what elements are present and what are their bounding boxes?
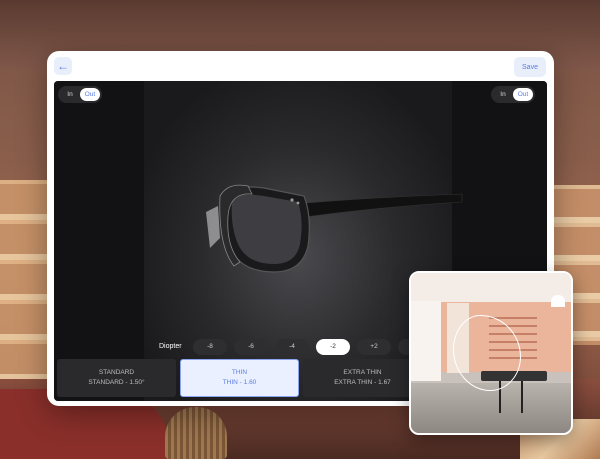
lens-option-extra-thin[interactable]: EXTRA THIN EXTRA THIN - 1.67 (303, 359, 422, 397)
toggle-in-right[interactable]: In (493, 88, 513, 101)
toggle-in-left[interactable]: In (60, 88, 80, 101)
preview-lamp (551, 295, 565, 307)
diopter-option[interactable]: -8 (193, 338, 227, 355)
lens-option-thin[interactable]: THIN THIN - 1.60 (180, 359, 299, 397)
arrow-left-icon: ← (57, 59, 69, 73)
back-button[interactable]: ← (54, 57, 72, 75)
diopter-selector: Diopter -8 -6 -4 -2 +2 +4 (159, 338, 439, 355)
diopter-option-selected[interactable]: -2 (316, 338, 350, 355)
eyeglasses-model (206, 184, 463, 273)
in-out-toggle-left[interactable]: In Out (58, 86, 102, 103)
lens-subtitle: EXTRA THIN - 1.67 (334, 379, 391, 386)
plant-basket (165, 407, 227, 459)
diopter-label: Diopter (159, 343, 182, 350)
diopter-option[interactable]: -6 (234, 338, 268, 355)
toggle-out-right[interactable]: Out (513, 88, 533, 101)
lens-title: STANDARD (98, 369, 135, 376)
diopter-option[interactable]: -4 (275, 338, 309, 355)
lens-view-preview[interactable] (409, 271, 573, 435)
lens-option-standard[interactable]: STANDARD STANDARD - 1.50° (57, 359, 176, 397)
preview-stool (521, 381, 523, 413)
preview-window (411, 301, 441, 381)
lens-subtitle: STANDARD - 1.50° (88, 379, 145, 386)
save-button[interactable]: Save (514, 57, 546, 77)
in-out-toggle-right[interactable]: In Out (491, 86, 535, 103)
lens-subtitle: THIN - 1.60 (222, 379, 257, 386)
top-bar: ← Save (47, 51, 554, 81)
viewer-side-left (54, 81, 144, 401)
lens-title: EXTRA THIN (343, 369, 382, 376)
eyewear-shelf-left (0, 180, 50, 390)
toggle-out-left[interactable]: Out (80, 88, 100, 101)
lens-title: THIN (231, 369, 248, 376)
diopter-option[interactable]: +2 (357, 338, 391, 355)
